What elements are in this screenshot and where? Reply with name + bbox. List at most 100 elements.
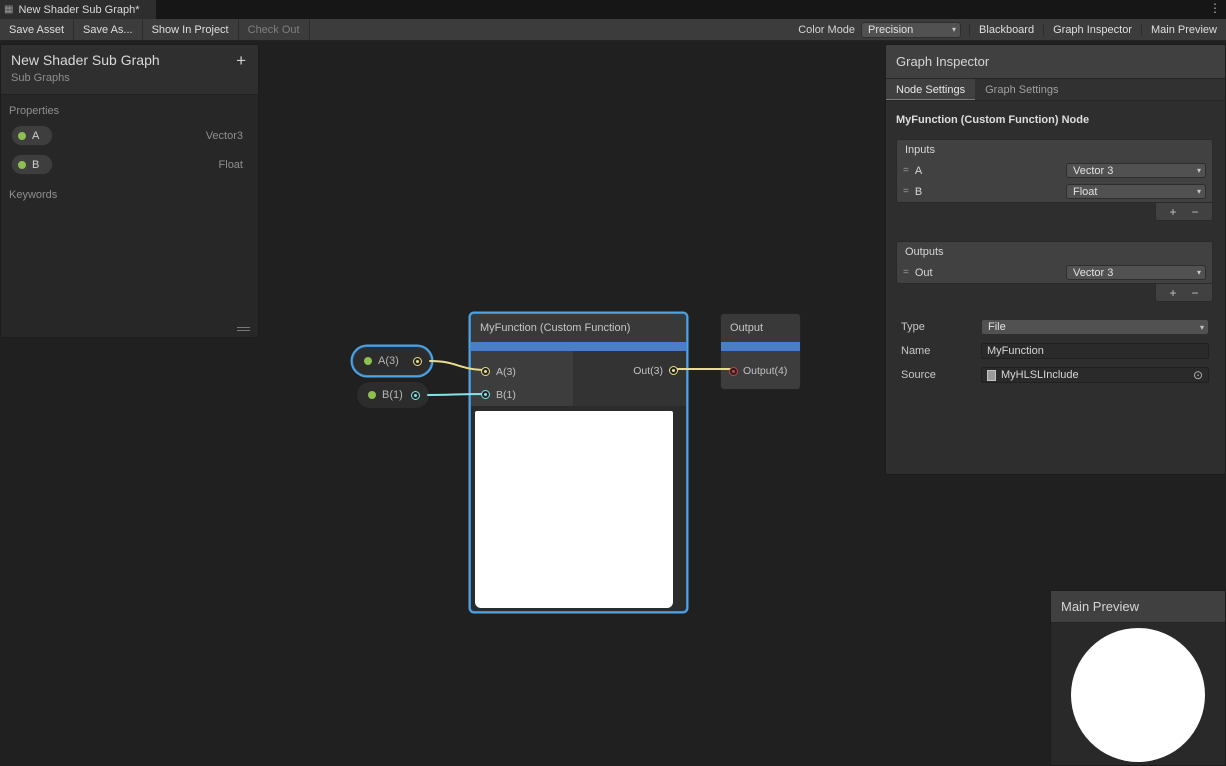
add-input-button[interactable]: + — [1169, 205, 1176, 219]
inputs-list: Inputs = A Vector 3 ▾ = B Float ▾ — [896, 139, 1213, 203]
save-as-button[interactable]: Save As... — [74, 19, 143, 40]
add-output-button[interactable]: + — [1169, 286, 1176, 300]
property-type-label: Vector3 — [206, 130, 243, 142]
main-preview-title[interactable]: Main Preview — [1051, 591, 1225, 623]
property-dot-icon — [364, 357, 372, 365]
drag-handle-icon[interactable]: = — [903, 165, 909, 176]
property-pill-b[interactable]: B — [11, 154, 53, 175]
remove-output-button[interactable]: − — [1192, 286, 1199, 300]
type-dropdown[interactable]: File ▾ — [981, 319, 1209, 335]
main-preview-panel: Main Preview — [1050, 590, 1226, 766]
node-title[interactable]: MyFunction (Custom Function) — [471, 314, 686, 342]
dropdown-value: Float — [1073, 186, 1097, 198]
remove-input-button[interactable]: − — [1192, 205, 1199, 219]
node-title[interactable]: Output — [721, 314, 800, 342]
graph-inspector-toggle-button[interactable]: Graph Inspector — [1043, 24, 1141, 36]
node-preview-area[interactable] — [475, 411, 673, 608]
port-icon[interactable] — [413, 357, 422, 366]
inspector-tabs: Node Settings Graph Settings — [886, 79, 1225, 101]
output-out-type-dropdown[interactable]: Vector 3 ▾ — [1066, 265, 1206, 280]
input-name: B — [915, 186, 1060, 198]
node-accent-bar — [721, 342, 800, 351]
tab-graph-settings[interactable]: Graph Settings — [975, 79, 1068, 100]
port-icon[interactable] — [481, 367, 490, 376]
property-name: B — [32, 159, 39, 171]
name-input[interactable]: MyFunction — [981, 343, 1209, 359]
port-icon[interactable] — [411, 391, 420, 400]
blackboard-subtitle: Sub Graphs — [11, 72, 248, 84]
show-in-project-button[interactable]: Show In Project — [143, 19, 239, 40]
port-label: B(1) — [496, 389, 516, 401]
output-port-row[interactable]: Output(4) — [721, 351, 800, 390]
blackboard-toggle-button[interactable]: Blackboard — [969, 24, 1043, 36]
input-port-a[interactable]: A(3) — [471, 360, 573, 383]
output-name: Out — [915, 267, 1060, 279]
inputs-list-row[interactable]: = A Vector 3 ▾ — [897, 160, 1212, 181]
drag-handle-icon[interactable]: = — [903, 267, 909, 278]
color-mode-label: Color Mode — [798, 24, 855, 36]
add-property-button[interactable]: + — [236, 52, 246, 69]
window-menu-icon[interactable]: ⋮ — [1209, 1, 1221, 15]
main-preview-viewport[interactable] — [1051, 623, 1225, 765]
outputs-list-footer: + − — [1155, 284, 1213, 302]
graph-canvas[interactable]: MyFunction (Custom Function) A(3) B(1) O… — [0, 41, 1226, 766]
blackboard-header[interactable]: New Shader Sub Graph Sub Graphs + — [1, 45, 258, 95]
main-preview-toggle-button[interactable]: Main Preview — [1141, 24, 1226, 36]
input-a-type-dropdown[interactable]: Vector 3 ▾ — [1066, 163, 1206, 178]
color-mode-dropdown[interactable]: Precision ▾ — [861, 22, 961, 38]
properties-section-label: Properties — [9, 105, 258, 117]
source-object-field[interactable]: MyHLSLInclude ⊙ — [981, 367, 1209, 383]
inputs-list-header: Inputs — [897, 140, 1212, 160]
input-name: A — [915, 165, 1060, 177]
input-port-b[interactable]: B(1) — [471, 383, 573, 406]
check-out-button: Check Out — [239, 19, 310, 40]
object-picker-icon[interactable]: ⊙ — [1193, 369, 1203, 381]
port-icon[interactable] — [729, 367, 738, 376]
outputs-list-row[interactable]: = Out Vector 3 ▾ — [897, 262, 1212, 283]
property-name: A — [32, 130, 39, 142]
port-icon[interactable] — [669, 366, 678, 375]
tab-node-settings[interactable]: Node Settings — [886, 79, 975, 100]
port-icon[interactable] — [481, 390, 490, 399]
type-field-row: Type File ▾ — [901, 318, 1209, 336]
hlsl-file-icon — [987, 370, 996, 381]
port-label: A(3) — [496, 366, 516, 378]
output-ports-column: Out(3) — [573, 351, 686, 406]
node-output[interactable]: Output Output(4) — [720, 313, 801, 390]
input-b-type-dropdown[interactable]: Float ▾ — [1066, 184, 1206, 199]
property-dot-icon — [368, 391, 376, 399]
dropdown-value: Vector 3 — [1073, 267, 1113, 279]
name-label: Name — [901, 345, 981, 357]
chevron-down-icon: ▾ — [1197, 187, 1201, 196]
name-field-row: Name MyFunction — [901, 342, 1209, 360]
toolbar: Save Asset Save As... Show In Project Ch… — [0, 19, 1226, 41]
document-tab[interactable]: ▦ New Shader Sub Graph* — [0, 0, 156, 19]
dropdown-value: Vector 3 — [1073, 165, 1113, 177]
property-pill-a[interactable]: A — [11, 125, 53, 146]
property-node-label: B(1) — [382, 389, 405, 401]
drag-handle-icon[interactable]: = — [903, 186, 909, 197]
port-label: Output(4) — [743, 365, 787, 377]
property-dot-icon — [18, 161, 26, 169]
name-value: MyFunction — [987, 345, 1044, 357]
source-value: MyHLSLInclude — [1001, 369, 1188, 381]
resize-grip-icon[interactable] — [237, 325, 250, 331]
preview-sphere — [1071, 628, 1205, 762]
node-myfunction[interactable]: MyFunction (Custom Function) A(3) B(1) O… — [470, 313, 687, 612]
graph-inspector-panel: Graph Inspector Node Settings Graph Sett… — [885, 44, 1226, 475]
blackboard-panel: New Shader Sub Graph Sub Graphs + Proper… — [0, 44, 259, 338]
output-port-out[interactable]: Out(3) — [633, 359, 686, 382]
property-node-label: A(3) — [378, 355, 407, 367]
property-node-a[interactable]: A(3) — [352, 346, 432, 376]
property-node-b[interactable]: B(1) — [356, 381, 430, 409]
port-label: Out(3) — [633, 365, 663, 377]
blackboard-property-row: B Float — [1, 150, 258, 179]
inputs-list-row[interactable]: = B Float ▾ — [897, 181, 1212, 202]
source-label: Source — [901, 369, 981, 381]
graph-inspector-title[interactable]: Graph Inspector — [886, 45, 1225, 79]
type-label: Type — [901, 321, 981, 333]
chevron-down-icon: ▾ — [1200, 323, 1204, 332]
node-ports: A(3) B(1) Out(3) — [471, 351, 686, 406]
save-asset-button[interactable]: Save Asset — [0, 19, 74, 40]
tab-title: New Shader Sub Graph* — [18, 4, 139, 16]
